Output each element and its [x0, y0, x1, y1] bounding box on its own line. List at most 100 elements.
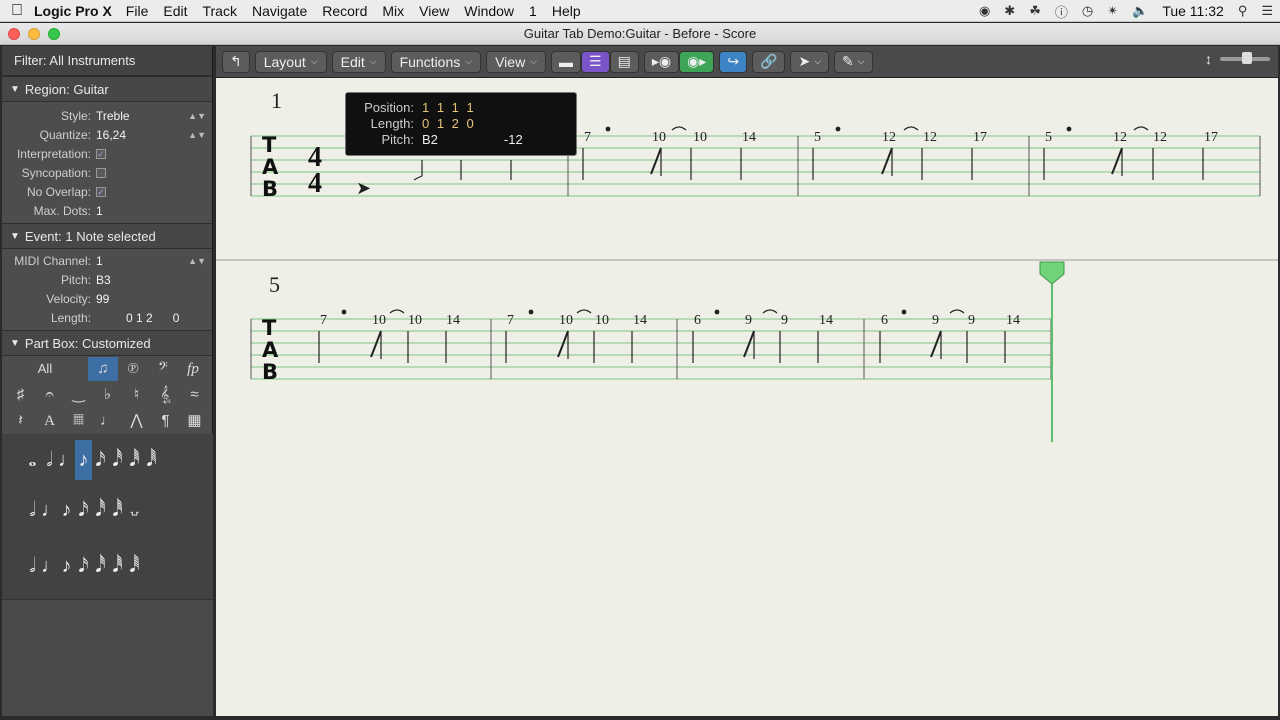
functions-menu[interactable]: Functions ⌵: [390, 50, 482, 73]
rest-icon[interactable]: 𝄽: [6, 408, 35, 434]
whole-note-icon[interactable]: 𝅝: [24, 440, 41, 480]
quarter-note-icon[interactable]: ♩: [58, 440, 78, 480]
tempo-note-icon[interactable]: ♩: [93, 408, 122, 434]
disclosure-triangle-icon[interactable]: ▼: [10, 231, 20, 242]
layout-menu[interactable]: Layout ⌵: [254, 50, 327, 73]
slur-icon[interactable]: ‿: [64, 382, 93, 408]
repeat-bar-icon[interactable]: 𝄠: [151, 382, 180, 408]
menu-track[interactable]: Track: [202, 3, 236, 19]
triplet-thirtysecond-icon[interactable]: 𝅘𝅥𝅰: [92, 490, 109, 530]
menu-window[interactable]: Window: [464, 3, 514, 19]
window-minimize-button[interactable]: [28, 28, 40, 40]
velocity-value[interactable]: 99: [96, 292, 109, 306]
triplet-half-icon[interactable]: 𝅗𝅥: [24, 490, 41, 530]
page-view-button[interactable]: ☰: [581, 50, 610, 73]
plugin-icon[interactable]: ☘: [1029, 3, 1041, 19]
print-view-button[interactable]: ▤: [609, 50, 639, 73]
length-value[interactable]: 0 1 2 0: [126, 311, 179, 325]
dynamics-icon[interactable]: fp: [178, 357, 208, 381]
linear-view-button[interactable]: ▬: [551, 50, 582, 73]
menu-app-name[interactable]: Logic Pro X: [34, 3, 112, 19]
zoom-slider-knob[interactable]: [1242, 52, 1252, 64]
filter-value[interactable]: All Instruments: [49, 53, 135, 68]
hundredtwentyeighth-note-icon[interactable]: 𝅘𝅥𝅲: [143, 440, 160, 480]
triplet-sixteenth-icon[interactable]: 𝅘𝅥𝅯: [75, 490, 92, 530]
partbox-header[interactable]: ▼ Part Box: Customized: [2, 330, 212, 356]
midi-channel-value[interactable]: 1: [96, 254, 103, 268]
pencil-tool-icon[interactable]: ✎ ⌵: [834, 50, 873, 73]
sixtyfourth-note-icon[interactable]: 𝅘𝅥𝅱: [126, 440, 143, 480]
search-icon[interactable]: ⚲: [1238, 3, 1248, 19]
grid-icon[interactable]: ▦: [180, 408, 209, 434]
dotted-half-icon[interactable]: 𝅗𝅥: [24, 546, 41, 586]
menu-record[interactable]: Record: [322, 3, 367, 19]
midi-channel-stepper-icon[interactable]: ▲▼: [188, 256, 206, 266]
dotted-thirtysecond-icon[interactable]: 𝅘𝅥𝅰: [92, 546, 109, 586]
instrument-filter[interactable]: Filter: All Instruments: [2, 46, 212, 76]
view-menu[interactable]: View ⌵: [486, 50, 547, 73]
event-header[interactable]: ▼ Event: 1 Note selected: [2, 223, 212, 249]
thirtysecond-note-icon[interactable]: 𝅘𝅥𝅰: [109, 440, 126, 480]
menubar-clock[interactable]: Tue 11:32: [1162, 3, 1224, 19]
length-row[interactable]: Length: 0 1 2 0: [2, 308, 212, 327]
trill-icon[interactable]: ≈: [180, 382, 209, 408]
text-icon[interactable]: A: [35, 408, 64, 434]
pitch-value[interactable]: B3: [96, 273, 111, 287]
crescendo-icon[interactable]: ⋀: [122, 408, 151, 434]
record-status-icon[interactable]: ◉: [979, 3, 990, 19]
time-machine-icon[interactable]: ◷: [1082, 3, 1093, 19]
playhead-catch-icon[interactable]: ↪: [719, 50, 748, 73]
accidentals-icon[interactable]: ♯: [6, 382, 35, 408]
zoom-slider[interactable]: [1220, 52, 1270, 64]
half-note-icon[interactable]: 𝅗𝅥: [41, 440, 58, 480]
segno-icon[interactable]: 𝄜: [64, 408, 93, 434]
style-row[interactable]: Style: Treble ▲▼: [2, 106, 212, 125]
menu-mix[interactable]: Mix: [382, 3, 404, 19]
region-header[interactable]: ▼ Region: Guitar: [2, 76, 212, 102]
apple-menu-icon[interactable]: : [0, 2, 34, 20]
max-dots-value[interactable]: 1: [96, 204, 103, 218]
style-value[interactable]: Treble: [96, 109, 130, 123]
eighth-note-icon[interactable]: ♪: [75, 440, 92, 480]
interpretation-checkbox[interactable]: ✓: [96, 148, 106, 159]
window-zoom-button[interactable]: [48, 28, 60, 40]
volume-icon[interactable]: 🔈: [1132, 3, 1148, 19]
menu-edit[interactable]: Edit: [163, 3, 187, 19]
disclosure-triangle-icon[interactable]: ▼: [10, 84, 20, 95]
edit-menu[interactable]: Edit ⌵: [331, 50, 386, 73]
paragraph-icon[interactable]: ¶: [151, 408, 180, 434]
menu-file[interactable]: File: [126, 3, 149, 19]
triplet-quarter-icon[interactable]: ♩: [41, 490, 61, 530]
midi-out-button[interactable]: ◉▸: [679, 50, 715, 73]
triplet-bracket-icon[interactable]: ⍽: [126, 490, 143, 530]
partbox-all-button[interactable]: All: [2, 357, 88, 381]
midi-channel-row[interactable]: MIDI Channel: 1 ▲▼: [2, 251, 212, 270]
pointer-tool-icon[interactable]: ➤ ⌵: [790, 50, 830, 73]
playhead-handle[interactable]: [1039, 261, 1065, 285]
dotted-hundredtwentyeighth-icon[interactable]: 𝅘𝅥𝅲: [126, 546, 143, 586]
notification-list-icon[interactable]: ☰: [1261, 3, 1273, 19]
sixteenth-note-icon[interactable]: 𝅘𝅥𝅯: [92, 440, 109, 480]
menu-view[interactable]: View: [419, 3, 449, 19]
dotted-sixtyfourth-icon[interactable]: 𝅘𝅥𝅱: [109, 546, 126, 586]
quantize-value[interactable]: 16,24: [96, 128, 126, 142]
dotted-quarter-icon[interactable]: ♩: [41, 546, 61, 586]
max-dots-row[interactable]: Max. Dots: 1: [2, 201, 212, 220]
chord-icon[interactable]: ♭: [93, 382, 122, 408]
bluetooth-icon[interactable]: ✴: [1107, 3, 1118, 19]
vertical-zoom-icon[interactable]: ↕: [1205, 51, 1212, 67]
no-overlap-checkbox[interactable]: ✓: [96, 186, 106, 197]
disclosure-triangle-icon[interactable]: ▼: [10, 338, 20, 349]
style-stepper-icon[interactable]: ▲▼: [188, 111, 206, 121]
menu-help[interactable]: Help: [552, 3, 581, 19]
pedal-icon[interactable]: ℗: [118, 357, 148, 381]
clef-icon[interactable]: 𝄢: [148, 357, 178, 381]
fermata-icon[interactable]: 𝄐: [35, 382, 64, 408]
triplet-sixtyfourth-icon[interactable]: 𝅘𝅥𝅱: [109, 490, 126, 530]
dotted-sixteenth-icon[interactable]: 𝅘𝅥𝅯: [75, 546, 92, 586]
menu-navigate[interactable]: Navigate: [252, 3, 307, 19]
quantize-stepper-icon[interactable]: ▲▼: [188, 130, 206, 140]
midi-in-button[interactable]: ▸◉: [643, 50, 680, 73]
score-canvas[interactable]: 1 T A B 4 4 7 10 10 14 5 12 12 17 5 12 1…: [216, 78, 1278, 716]
tuplet-icon[interactable]: ♮: [122, 382, 151, 408]
